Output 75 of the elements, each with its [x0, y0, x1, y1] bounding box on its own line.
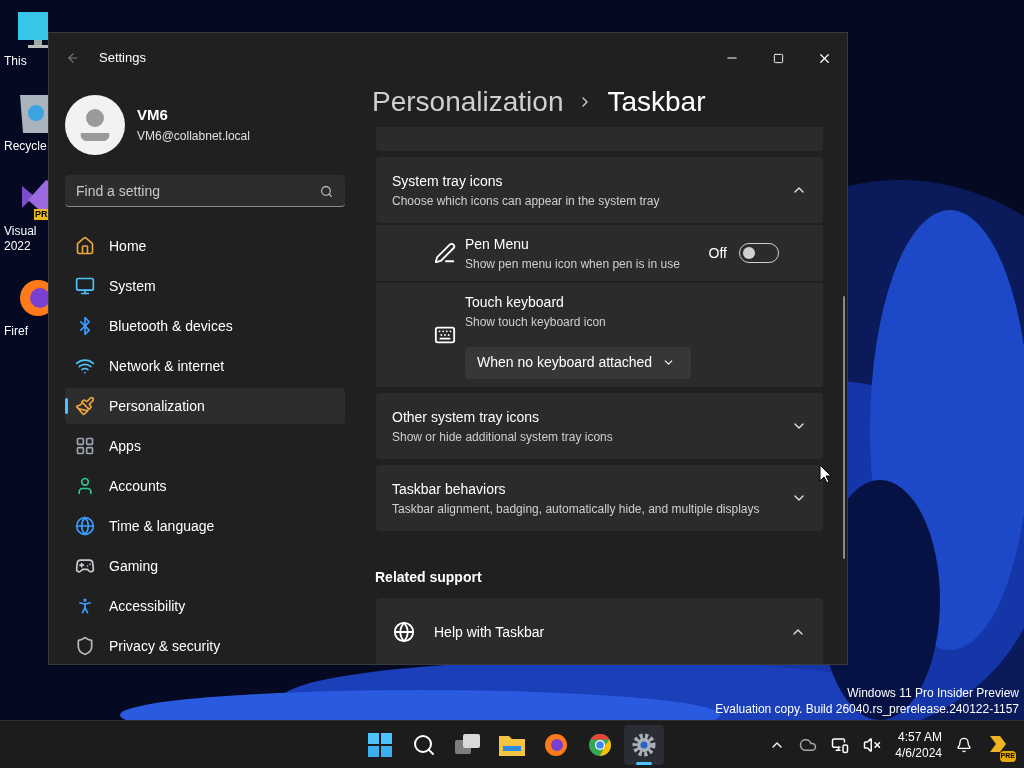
bell-icon[interactable] — [956, 736, 972, 753]
desktop-icon-label[interactable]: Firef — [4, 324, 28, 339]
task-view-icon[interactable] — [455, 734, 481, 756]
section-heading: Related support — [375, 568, 483, 587]
setting-description: Choose which icons can appear in the system tray — [392, 192, 661, 210]
help-expander[interactable]: Help with Taskbar — [376, 598, 823, 664]
search-icon[interactable] — [320, 185, 333, 198]
setting-description: Show pen menu icon when pen is in use — [465, 255, 681, 273]
expander-header[interactable]: System tray icons Choose which icons can appear in the system tray — [376, 157, 823, 223]
nav-item[interactable]: Accounts — [65, 468, 345, 504]
pen-icon — [434, 242, 456, 264]
clock[interactable]: 4:57 AM 4/6/2024 — [895, 728, 942, 761]
desktop-icon-label[interactable]: Recycle — [4, 139, 47, 154]
nav-item[interactable]: Home — [65, 228, 345, 264]
setting-title: Touch keyboard — [465, 292, 565, 312]
mouse-cursor-icon — [819, 464, 831, 484]
desktop-icon-label[interactable]: This — [4, 54, 27, 69]
nav-item[interactable]: Time & language — [65, 508, 345, 544]
watermark-text: Windows 11 Pro Insider Preview — [847, 685, 1019, 701]
gear-icon[interactable] — [632, 733, 656, 757]
profile-name: VM6 — [137, 105, 169, 126]
toggle-state-label: Off — [708, 243, 727, 263]
keyboard-icon — [434, 324, 456, 346]
globe-search-icon — [393, 621, 415, 643]
avatar — [65, 94, 125, 155]
desktop-icon-label[interactable]: 2022 — [4, 239, 31, 254]
windows-logo-icon[interactable] — [368, 733, 392, 757]
selection-indicator — [65, 398, 68, 414]
monitor-icon — [16, 10, 48, 50]
firefox-icon[interactable] — [544, 733, 568, 757]
nav-item[interactable]: Personalization — [65, 388, 345, 424]
active-indicator — [636, 762, 652, 765]
nav-item[interactable]: Network & internet — [65, 348, 345, 384]
house-icon — [75, 236, 95, 256]
search-field[interactable]: Find a setting — [65, 175, 345, 207]
apps-grid-icon — [75, 436, 95, 456]
folder-icon[interactable] — [499, 734, 525, 756]
wifi-icon — [75, 356, 95, 376]
nav-item[interactable]: Apps — [65, 428, 345, 464]
person-icon — [75, 476, 95, 496]
breadcrumb-parent[interactable]: Personalization — [372, 81, 564, 123]
paintbrush-icon — [75, 396, 95, 416]
maximize-icon[interactable] — [772, 52, 784, 64]
setting-title: Taskbar behaviors — [392, 479, 507, 499]
desktop-icon-label[interactable]: Visual — [4, 224, 37, 239]
setting-title: System tray icons — [392, 171, 504, 191]
profile-email: VM6@collabnet.local — [137, 127, 250, 145]
nav-item[interactable]: Bluetooth & devices — [65, 308, 345, 344]
window-title: Settings — [99, 49, 146, 68]
nav-item[interactable]: Privacy & security — [65, 628, 345, 664]
nav-item[interactable]: System — [65, 268, 345, 304]
shield-icon — [75, 636, 95, 656]
nav-item[interactable]: Gaming — [65, 548, 345, 584]
setting-description: Taskbar alignment, badging, automatically hide, and multiple displays — [392, 500, 761, 518]
globe-icon — [75, 516, 95, 536]
chrome-icon[interactable] — [588, 733, 612, 757]
taskbar-app[interactable] — [624, 725, 664, 765]
nav-item[interactable]: Accessibility — [65, 588, 345, 624]
preview-badge: PR — [34, 209, 49, 220]
setting-description: Show or hide additional system tray icons — [392, 428, 614, 446]
watermark-text: Evaluation copy. Build 26040.rs_prerelease.240122-1157 — [715, 701, 1019, 717]
dropdown[interactable]: When no keyboard attached — [465, 346, 691, 379]
expander-header[interactable]: Other system tray icons Show or hide additional system tray icons — [376, 393, 823, 459]
setting-title: Help with Taskbar — [434, 622, 546, 642]
monitor-icon — [75, 276, 95, 296]
setting-title: Other system tray icons — [392, 407, 541, 427]
network-icon[interactable] — [831, 735, 850, 754]
volume-muted-icon[interactable] — [863, 735, 882, 754]
search-icon[interactable] — [412, 733, 436, 757]
page-title: Taskbar — [607, 85, 706, 119]
scrollbar[interactable] — [843, 296, 845, 559]
gamepad-icon — [75, 556, 95, 576]
setting-title: Pen Menu — [465, 234, 530, 254]
setting-description: Show touch keyboard icon — [465, 313, 607, 331]
expander-header[interactable]: Taskbar behaviors Taskbar alignment, badging, automatically hide, and multiple displays — [376, 465, 823, 531]
